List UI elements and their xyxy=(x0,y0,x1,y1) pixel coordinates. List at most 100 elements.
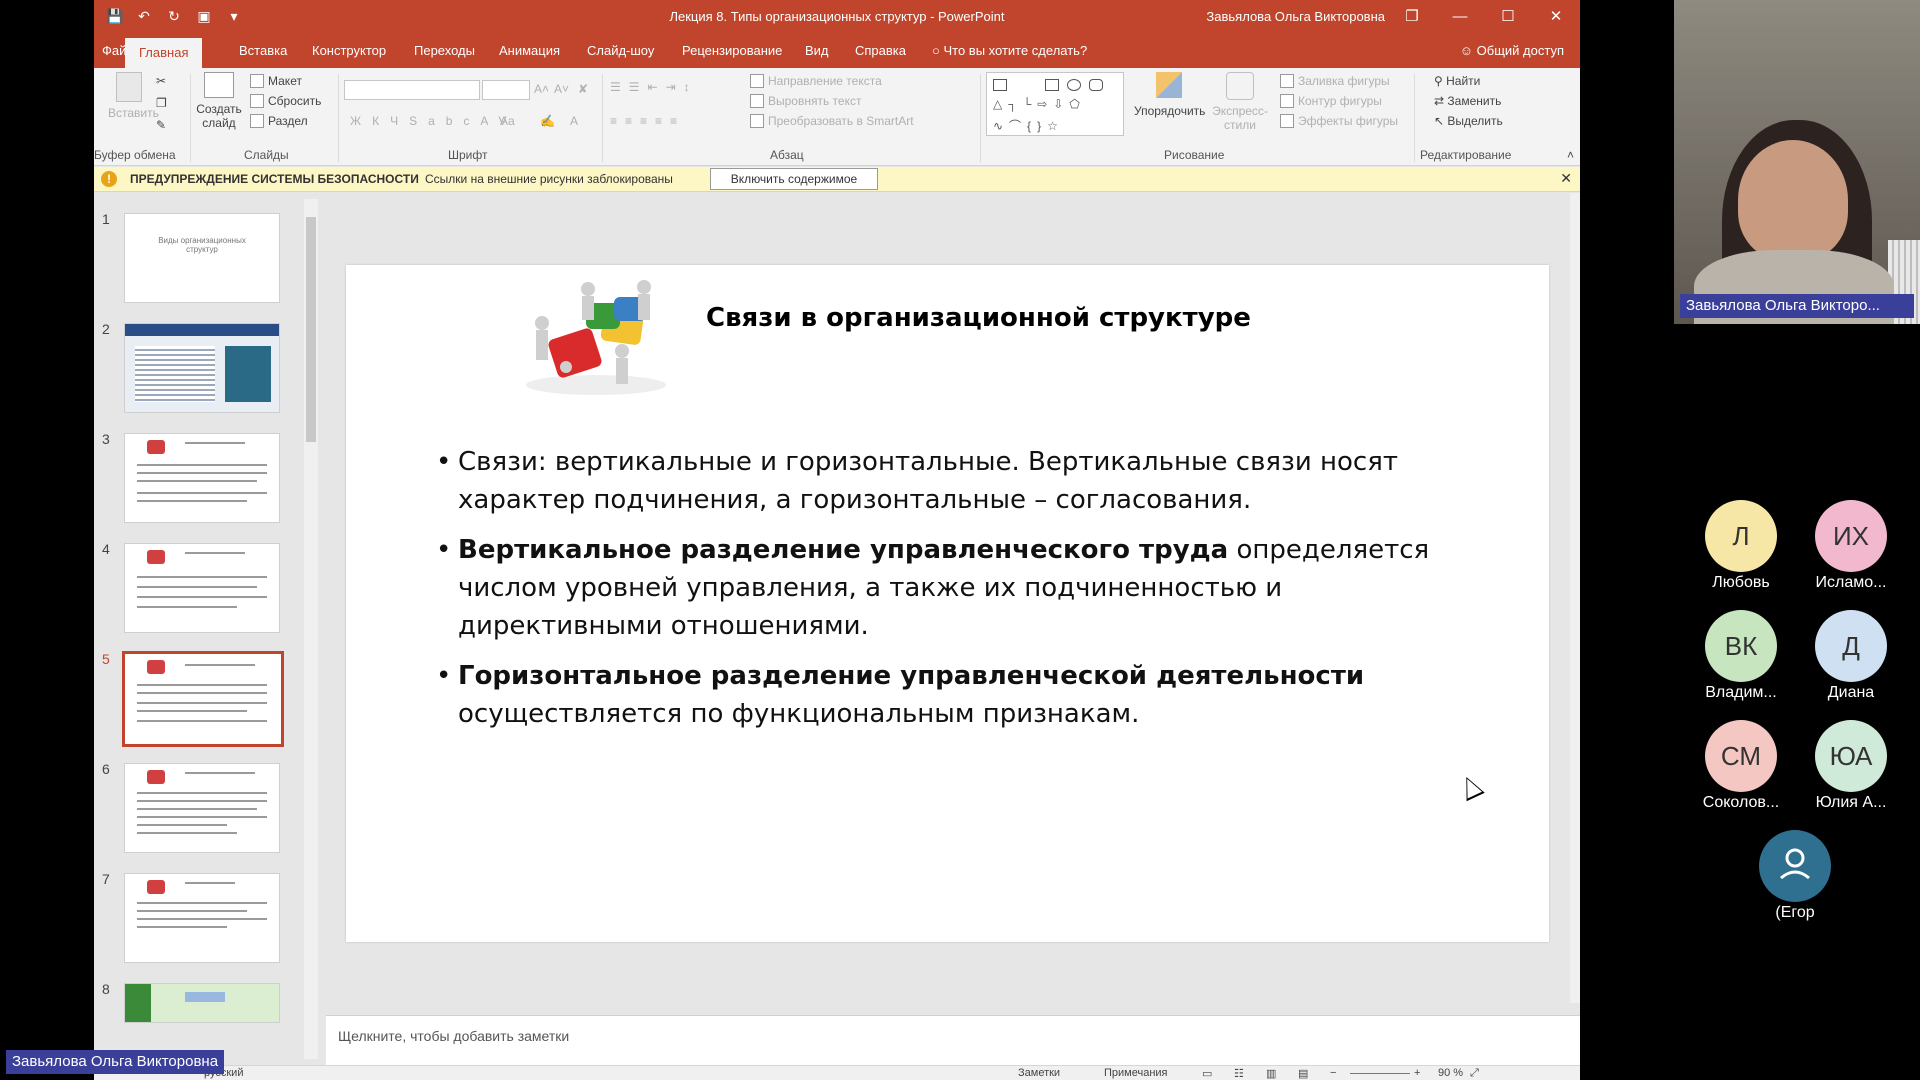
slide-sorter-icon[interactable]: ☷ xyxy=(1234,1067,1244,1080)
zoom-level[interactable]: 90 % xyxy=(1438,1067,1463,1079)
slide-thumbnail[interactable] xyxy=(124,763,280,853)
participant-tile[interactable]: ЮА Юлия А... xyxy=(1796,720,1906,812)
rectangle-shape-icon[interactable] xyxy=(1045,79,1059,91)
fit-slide-icon[interactable]: ⤢ xyxy=(1470,1067,1479,1080)
slide-thumbnail[interactable] xyxy=(124,323,280,413)
oval-shape-icon[interactable] xyxy=(1067,79,1081,91)
convert-smartart-button[interactable]: Преобразовать в SmartArt xyxy=(750,114,914,128)
normal-view-icon[interactable]: ▭ xyxy=(1202,1067,1212,1080)
change-case-icon[interactable]: Aa xyxy=(500,114,515,128)
tab-design[interactable]: Конструктор xyxy=(312,43,386,58)
shape-outline-button[interactable]: Контур фигуры xyxy=(1280,94,1382,108)
video-person-face xyxy=(1738,140,1848,260)
tab-view[interactable]: Вид xyxy=(805,43,829,58)
align-text-button[interactable]: Выровнять текст xyxy=(750,94,861,108)
scrollbar-thumb[interactable] xyxy=(306,217,316,442)
slide-thumbnail[interactable] xyxy=(124,873,280,963)
font-size-box[interactable] xyxy=(482,80,530,100)
slide-title[interactable]: Связи в организационной структуре xyxy=(706,303,1251,333)
tab-home[interactable]: Главная xyxy=(125,38,203,68)
shape-effects-button[interactable]: Эффекты фигуры xyxy=(1280,114,1398,128)
tab-review[interactable]: Рецензирование xyxy=(682,43,782,58)
tab-help[interactable]: Справка xyxy=(855,43,906,58)
zoom-out-icon[interactable]: − xyxy=(1330,1067,1336,1079)
slide-thumbnail[interactable] xyxy=(124,433,280,523)
tab-insert[interactable]: Вставка xyxy=(239,43,287,58)
enable-content-button[interactable]: Включить содержимое xyxy=(710,168,878,190)
notes-pane[interactable]: Щелкните, чтобы добавить заметки xyxy=(326,1015,1580,1065)
tell-me-search[interactable]: ○ Что вы хотите сделать? xyxy=(932,43,1087,58)
shape-fill-label: Заливка фигуры xyxy=(1298,74,1390,88)
more-shapes-icons[interactable]: △┐└⇨⇩⬠ xyxy=(993,97,1086,111)
slide-thumbnail[interactable] xyxy=(124,983,280,1023)
format-painter-icon[interactable]: ✎ xyxy=(156,118,166,132)
thumbnail-line xyxy=(137,824,227,826)
font-group-label: Шрифт xyxy=(448,148,488,162)
ribbon-separator xyxy=(338,74,339,162)
increase-font-icon[interactable]: A˄ xyxy=(534,82,549,96)
textbox-shape-icon[interactable] xyxy=(993,79,1007,91)
text-direction-button[interactable]: Направление текста xyxy=(750,74,882,88)
slideshow-view-icon[interactable]: ▤ xyxy=(1298,1067,1308,1080)
new-slide-button[interactable]: Создать слайд xyxy=(194,72,244,130)
participant-tile[interactable]: ИХ Исламо... xyxy=(1796,500,1906,592)
highlight-icon[interactable]: ✍ xyxy=(540,114,555,128)
slide-bullet-list[interactable]: Связи: вертикальные и горизонтальные. Ве… xyxy=(436,443,1456,745)
participant-tile[interactable]: Д Диана xyxy=(1796,610,1906,702)
participant-tile[interactable]: Л Любовь xyxy=(1686,500,1796,592)
font-color-icon[interactable]: A xyxy=(570,114,578,128)
align-buttons[interactable]: ≡≡≡≡≡ xyxy=(610,114,685,128)
quick-styles-button[interactable]: Экспресс-стили xyxy=(1210,72,1270,132)
slide-thumbnail[interactable] xyxy=(124,543,280,633)
arrange-button[interactable]: Упорядочить xyxy=(1134,72,1205,118)
find-button[interactable]: ⚲ Найти xyxy=(1434,74,1480,88)
shape-fill-button[interactable]: Заливка фигуры xyxy=(1280,74,1390,88)
reset-button[interactable]: Сбросить xyxy=(250,94,321,108)
slide-thumbnail-active[interactable] xyxy=(122,651,284,747)
slide-thumbnail[interactable]: Виды организационных структур xyxy=(124,213,280,303)
participant-tile[interactable]: СМ Соколов... xyxy=(1686,720,1796,812)
section-button[interactable]: Раздел xyxy=(250,114,308,128)
more-shapes-icons[interactable]: ∿⌒{}☆ xyxy=(993,117,1064,134)
rounded-rectangle-shape-icon[interactable] xyxy=(1089,79,1103,91)
slide-editor: Связи в организационной структуре Связи:… xyxy=(326,193,1580,1015)
paste-button[interactable]: Вставить xyxy=(108,72,159,120)
presenter-video[interactable]: Завьялова Ольга Викторо... xyxy=(1674,0,1920,324)
editor-scrollbar[interactable] xyxy=(1570,193,1580,1003)
tab-animations[interactable]: Анимация xyxy=(499,43,560,58)
reading-view-icon[interactable]: ▥ xyxy=(1266,1067,1276,1080)
tab-transitions[interactable]: Переходы xyxy=(414,43,475,58)
font-name-box[interactable] xyxy=(344,80,480,100)
close-icon[interactable]: ✕ xyxy=(1532,0,1580,34)
clear-formatting-icon[interactable]: ✘ xyxy=(578,82,588,96)
close-icon[interactable]: ✕ xyxy=(1560,170,1572,187)
participant-tile[interactable]: (Егор xyxy=(1740,830,1850,922)
notes-toggle[interactable]: Заметки xyxy=(1018,1067,1060,1079)
slide-canvas[interactable]: Связи в организационной структуре Связи:… xyxy=(346,265,1549,942)
participant-name: (Егор xyxy=(1775,904,1815,921)
minimize-icon[interactable]: — xyxy=(1436,0,1484,34)
thumbnails-scrollbar[interactable] xyxy=(304,199,318,1059)
paint-bucket-icon xyxy=(1280,74,1294,88)
comments-toggle[interactable]: Примечания xyxy=(1104,1067,1168,1079)
font-style-buttons[interactable]: ЖКЧSabcAV xyxy=(350,114,518,128)
tab-slideshow[interactable]: Слайд-шоу xyxy=(587,43,654,58)
ribbon-tabs: Файл Главная Вставка Конструктор Переход… xyxy=(94,34,1580,68)
zoom-in-icon[interactable]: + xyxy=(1414,1067,1420,1079)
decrease-font-icon[interactable]: A˅ xyxy=(554,82,569,96)
signed-in-user[interactable]: Завьялова Ольга Викторовна xyxy=(1206,9,1385,24)
list-buttons[interactable]: ☰☰⇤⇥↕ xyxy=(610,80,698,94)
share-button[interactable]: ☺ Общий доступ xyxy=(1460,43,1564,58)
select-button[interactable]: ↖ Выделить xyxy=(1434,114,1503,128)
thumbnail-line xyxy=(137,576,267,578)
replace-button[interactable]: ⇄ Заменить xyxy=(1434,94,1501,108)
participant-tile[interactable]: ВК Владим... xyxy=(1686,610,1796,702)
copy-icon[interactable]: ❐ xyxy=(156,96,167,110)
layout-button[interactable]: Макет xyxy=(250,74,302,88)
zoom-slider[interactable] xyxy=(1350,1073,1410,1074)
collapse-ribbon-icon[interactable]: ˄ xyxy=(1567,148,1574,162)
shapes-gallery[interactable]: △┐└⇨⇩⬠ ∿⌒{}☆ xyxy=(986,72,1124,136)
ribbon-display-options-icon[interactable]: ❐ xyxy=(1388,0,1436,34)
cut-icon[interactable]: ✂ xyxy=(156,74,166,88)
maximize-icon[interactable]: ☐ xyxy=(1484,0,1532,34)
